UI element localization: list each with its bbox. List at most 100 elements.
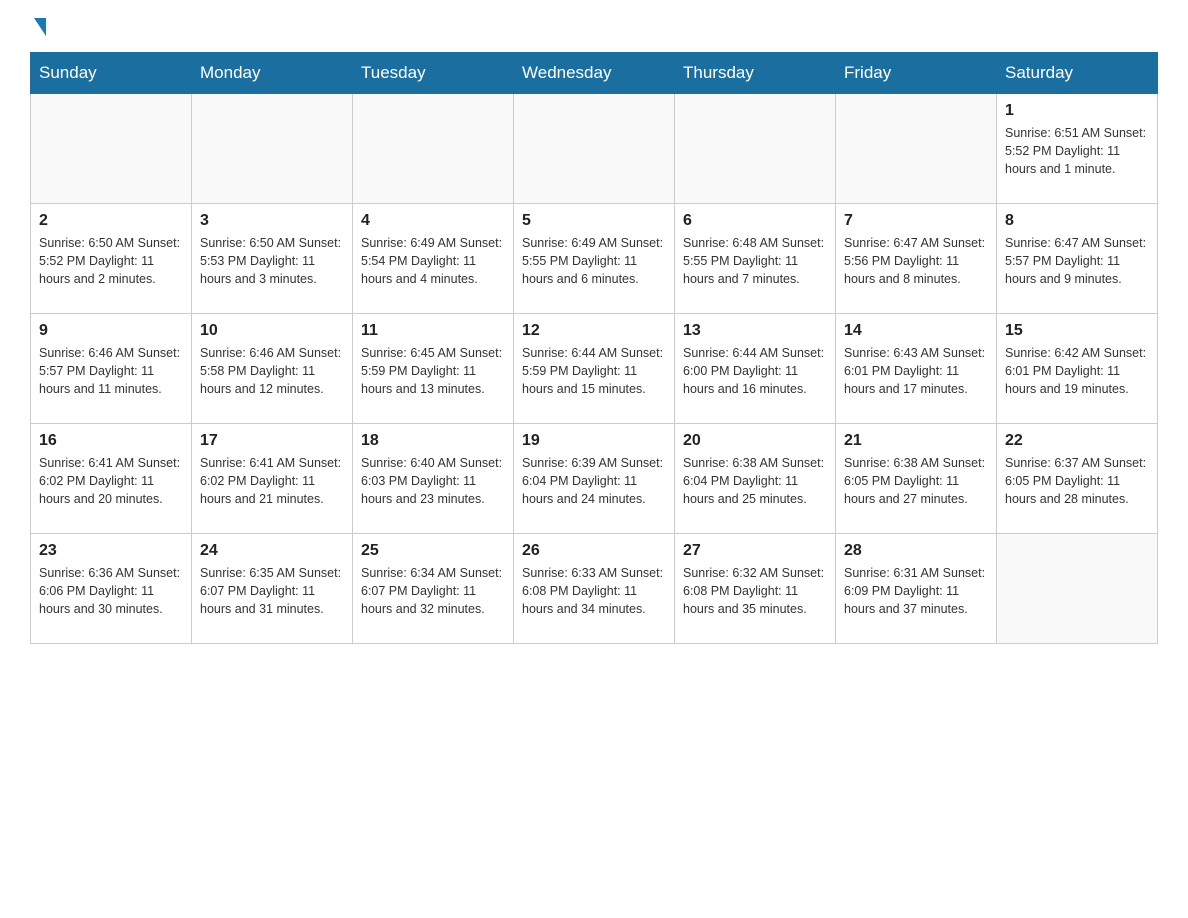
day-number: 18	[361, 432, 505, 450]
weekday-header-thursday: Thursday	[675, 53, 836, 94]
day-number: 21	[844, 432, 988, 450]
calendar-cell: 14Sunrise: 6:43 AM Sunset: 6:01 PM Dayli…	[836, 314, 997, 424]
calendar-cell: 19 Sunrise: 6:39 AM Sunset: 6:04 PM Dayli…	[514, 424, 675, 534]
calendar-week-row: 2 Sunrise: 6:50 AM Sunset: 5:52 PM Daylig…	[31, 204, 1158, 314]
calendar-week-row: 23 Sunrise: 6:36 AM Sunset: 6:06 PM Dayli…	[31, 534, 1158, 644]
calendar-cell: 28 Sunrise: 6:31 AM Sunset: 6:09 PM Dayli…	[836, 534, 997, 644]
day-info: Sunrise: 6:31 AM Sunset: 6:09 PM Dayligh…	[844, 564, 988, 618]
day-number: 15	[1005, 322, 1149, 340]
calendar-cell: 21 Sunrise: 6:38 AM Sunset: 6:05 PM Dayli…	[836, 424, 997, 534]
day-number: 10	[200, 322, 344, 340]
day-number: 16	[39, 432, 183, 450]
calendar-cell	[836, 94, 997, 204]
calendar-cell	[31, 94, 192, 204]
calendar-cell: 26 Sunrise: 6:33 AM Sunset: 6:08 PM Dayli…	[514, 534, 675, 644]
day-info: Sunrise: 6:48 AM Sunset: 5:55 PM Dayligh…	[683, 234, 827, 288]
day-number: 11	[361, 322, 505, 340]
day-info: Sunrise: 6:50 AM Sunset: 5:52 PM Dayligh…	[39, 234, 183, 288]
calendar-header-row: SundayMondayTuesdayWednesdayThursdayFrid…	[31, 53, 1158, 94]
day-info: Sunrise: 6:43 AM Sunset: 6:01 PM Dayligh…	[844, 344, 988, 398]
calendar-cell: 2 Sunrise: 6:50 AM Sunset: 5:52 PM Daylig…	[31, 204, 192, 314]
calendar-cell: 25 Sunrise: 6:34 AM Sunset: 6:07 PM Dayli…	[353, 534, 514, 644]
day-number: 28	[844, 542, 988, 560]
day-info: Sunrise: 6:50 AM Sunset: 5:53 PM Dayligh…	[200, 234, 344, 288]
calendar-week-row: 9 Sunrise: 6:46 AM Sunset: 5:57 PM Daylig…	[31, 314, 1158, 424]
logo	[30, 20, 46, 34]
day-info: Sunrise: 6:35 AM Sunset: 6:07 PM Dayligh…	[200, 564, 344, 618]
calendar-cell: 13 Sunrise: 6:44 AM Sunset: 6:00 PM Dayli…	[675, 314, 836, 424]
day-number: 20	[683, 432, 827, 450]
day-info: Sunrise: 6:45 AM Sunset: 5:59 PM Dayligh…	[361, 344, 505, 398]
calendar-cell: 11 Sunrise: 6:45 AM Sunset: 5:59 PM Dayli…	[353, 314, 514, 424]
day-info: Sunrise: 6:49 AM Sunset: 5:54 PM Dayligh…	[361, 234, 505, 288]
calendar-cell: 18 Sunrise: 6:40 AM Sunset: 6:03 PM Dayli…	[353, 424, 514, 534]
calendar-table: SundayMondayTuesdayWednesdayThursdayFrid…	[30, 52, 1158, 644]
day-number: 6	[683, 212, 827, 230]
day-number: 25	[361, 542, 505, 560]
calendar-cell: 12Sunrise: 6:44 AM Sunset: 5:59 PM Dayli…	[514, 314, 675, 424]
calendar-cell: 1Sunrise: 6:51 AM Sunset: 5:52 PM Daylig…	[997, 94, 1158, 204]
day-info: Sunrise: 6:38 AM Sunset: 6:04 PM Dayligh…	[683, 454, 827, 508]
day-info: Sunrise: 6:33 AM Sunset: 6:08 PM Dayligh…	[522, 564, 666, 618]
day-number: 13	[683, 322, 827, 340]
weekday-header-saturday: Saturday	[997, 53, 1158, 94]
weekday-header-sunday: Sunday	[31, 53, 192, 94]
day-info: Sunrise: 6:36 AM Sunset: 6:06 PM Dayligh…	[39, 564, 183, 618]
calendar-cell	[675, 94, 836, 204]
day-info: Sunrise: 6:41 AM Sunset: 6:02 PM Dayligh…	[39, 454, 183, 508]
day-info: Sunrise: 6:44 AM Sunset: 5:59 PM Dayligh…	[522, 344, 666, 398]
day-number: 17	[200, 432, 344, 450]
calendar-cell: 23 Sunrise: 6:36 AM Sunset: 6:06 PM Dayli…	[31, 534, 192, 644]
day-number: 3	[200, 212, 344, 230]
day-info: Sunrise: 6:38 AM Sunset: 6:05 PM Dayligh…	[844, 454, 988, 508]
day-number: 22	[1005, 432, 1149, 450]
calendar-cell: 9 Sunrise: 6:46 AM Sunset: 5:57 PM Daylig…	[31, 314, 192, 424]
calendar-cell	[192, 94, 353, 204]
day-number: 19	[522, 432, 666, 450]
weekday-header-monday: Monday	[192, 53, 353, 94]
page-header	[30, 20, 1158, 34]
calendar-week-row: 16 Sunrise: 6:41 AM Sunset: 6:02 PM Dayli…	[31, 424, 1158, 534]
calendar-cell: 20 Sunrise: 6:38 AM Sunset: 6:04 PM Dayli…	[675, 424, 836, 534]
logo-arrow-icon	[34, 18, 46, 36]
day-info: Sunrise: 6:41 AM Sunset: 6:02 PM Dayligh…	[200, 454, 344, 508]
day-number: 2	[39, 212, 183, 230]
calendar-cell: 3 Sunrise: 6:50 AM Sunset: 5:53 PM Daylig…	[192, 204, 353, 314]
day-number: 9	[39, 322, 183, 340]
day-number: 27	[683, 542, 827, 560]
day-info: Sunrise: 6:34 AM Sunset: 6:07 PM Dayligh…	[361, 564, 505, 618]
day-number: 4	[361, 212, 505, 230]
day-info: Sunrise: 6:47 AM Sunset: 5:56 PM Dayligh…	[844, 234, 988, 288]
day-number: 23	[39, 542, 183, 560]
calendar-cell: 16 Sunrise: 6:41 AM Sunset: 6:02 PM Dayli…	[31, 424, 192, 534]
day-number: 26	[522, 542, 666, 560]
day-number: 24	[200, 542, 344, 560]
weekday-header-tuesday: Tuesday	[353, 53, 514, 94]
day-number: 8	[1005, 212, 1149, 230]
day-info: Sunrise: 6:47 AM Sunset: 5:57 PM Dayligh…	[1005, 234, 1149, 288]
calendar-cell: 24 Sunrise: 6:35 AM Sunset: 6:07 PM Dayli…	[192, 534, 353, 644]
calendar-cell	[353, 94, 514, 204]
day-info: Sunrise: 6:51 AM Sunset: 5:52 PM Dayligh…	[1005, 124, 1149, 178]
day-info: Sunrise: 6:39 AM Sunset: 6:04 PM Dayligh…	[522, 454, 666, 508]
calendar-cell: 27Sunrise: 6:32 AM Sunset: 6:08 PM Dayli…	[675, 534, 836, 644]
calendar-cell: 10 Sunrise: 6:46 AM Sunset: 5:58 PM Dayli…	[192, 314, 353, 424]
day-number: 7	[844, 212, 988, 230]
calendar-cell: 8 Sunrise: 6:47 AM Sunset: 5:57 PM Daylig…	[997, 204, 1158, 314]
day-info: Sunrise: 6:44 AM Sunset: 6:00 PM Dayligh…	[683, 344, 827, 398]
day-info: Sunrise: 6:37 AM Sunset: 6:05 PM Dayligh…	[1005, 454, 1149, 508]
day-info: Sunrise: 6:40 AM Sunset: 6:03 PM Dayligh…	[361, 454, 505, 508]
calendar-cell: 15Sunrise: 6:42 AM Sunset: 6:01 PM Dayli…	[997, 314, 1158, 424]
calendar-cell: 5Sunrise: 6:49 AM Sunset: 5:55 PM Daylig…	[514, 204, 675, 314]
calendar-cell: 17 Sunrise: 6:41 AM Sunset: 6:02 PM Dayli…	[192, 424, 353, 534]
calendar-cell	[997, 534, 1158, 644]
calendar-cell: 7 Sunrise: 6:47 AM Sunset: 5:56 PM Daylig…	[836, 204, 997, 314]
day-info: Sunrise: 6:49 AM Sunset: 5:55 PM Dayligh…	[522, 234, 666, 288]
weekday-header-friday: Friday	[836, 53, 997, 94]
weekday-header-wednesday: Wednesday	[514, 53, 675, 94]
calendar-cell: 6 Sunrise: 6:48 AM Sunset: 5:55 PM Daylig…	[675, 204, 836, 314]
day-info: Sunrise: 6:46 AM Sunset: 5:58 PM Dayligh…	[200, 344, 344, 398]
calendar-week-row: 1Sunrise: 6:51 AM Sunset: 5:52 PM Daylig…	[31, 94, 1158, 204]
calendar-cell: 22 Sunrise: 6:37 AM Sunset: 6:05 PM Dayli…	[997, 424, 1158, 534]
day-info: Sunrise: 6:46 AM Sunset: 5:57 PM Dayligh…	[39, 344, 183, 398]
